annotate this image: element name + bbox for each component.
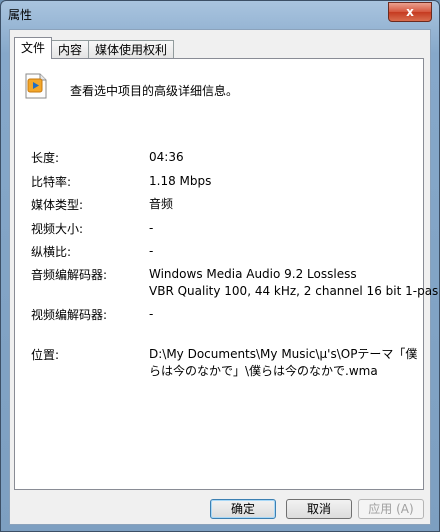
window-title: 属性 <box>8 8 33 22</box>
tab-panel-file: 查看选中项目的高级详细信息。 长度: 04:36 比特率: 1.18 Mbps … <box>14 58 438 490</box>
tab-strip: 文件 内容 媒体使用权利 <box>14 37 175 59</box>
dialog-client-area: 文件 内容 媒体使用权利 查看选中项目的高级详细信息。 长度: 04:36 比特… <box>9 29 438 525</box>
dialog-buttons: 确定 取消 应用 (A) <box>10 499 430 521</box>
property-value: D:\My Documents\My Music\μ's\OPテーマ「僕 <box>149 347 418 361</box>
cancel-button[interactable]: 取消 <box>286 499 352 519</box>
apply-button[interactable]: 应用 (A) <box>358 499 424 519</box>
property-value-line2: らは今のなかで」\僕らは今のなかで.wma <box>149 364 378 378</box>
property-value: Windows Media Audio 9.2 Lossless <box>149 267 357 281</box>
property-value: 1.18 Mbps <box>149 174 212 188</box>
property-label: 视频大小: <box>31 222 84 236</box>
audio-file-icon <box>25 73 47 99</box>
properties-window: 属性 x 文件 内容 媒体使用权利 查看选中项目的高级详细信息。 长度: 04:… <box>0 0 440 532</box>
property-value-line2: VBR Quality 100, 44 kHz, 2 channel 16 bi… <box>149 284 439 298</box>
property-label: 纵横比: <box>31 245 72 259</box>
ok-button[interactable]: 确定 <box>210 499 276 519</box>
property-value: 音频 <box>149 197 174 211</box>
property-value: - <box>149 221 154 235</box>
title-bar[interactable]: 属性 x <box>1 1 439 29</box>
header-description: 查看选中项目的高级详细信息。 <box>70 84 239 98</box>
tab-content[interactable]: 内容 <box>51 40 90 59</box>
tab-media-rights[interactable]: 媒体使用权利 <box>88 40 175 59</box>
property-label: 长度: <box>31 151 60 165</box>
property-label: 位置: <box>31 348 60 362</box>
property-value: 04:36 <box>149 150 184 164</box>
property-label: 音频编解码器: <box>31 268 108 282</box>
property-label: 比特率: <box>31 175 72 189</box>
property-label: 媒体类型: <box>31 198 84 212</box>
property-label: 视频编解码器: <box>31 308 108 322</box>
property-value: - <box>149 244 154 258</box>
property-value: - <box>149 307 154 321</box>
close-icon: x <box>406 5 414 19</box>
close-button[interactable]: x <box>388 2 432 22</box>
tab-file[interactable]: 文件 <box>14 37 53 59</box>
